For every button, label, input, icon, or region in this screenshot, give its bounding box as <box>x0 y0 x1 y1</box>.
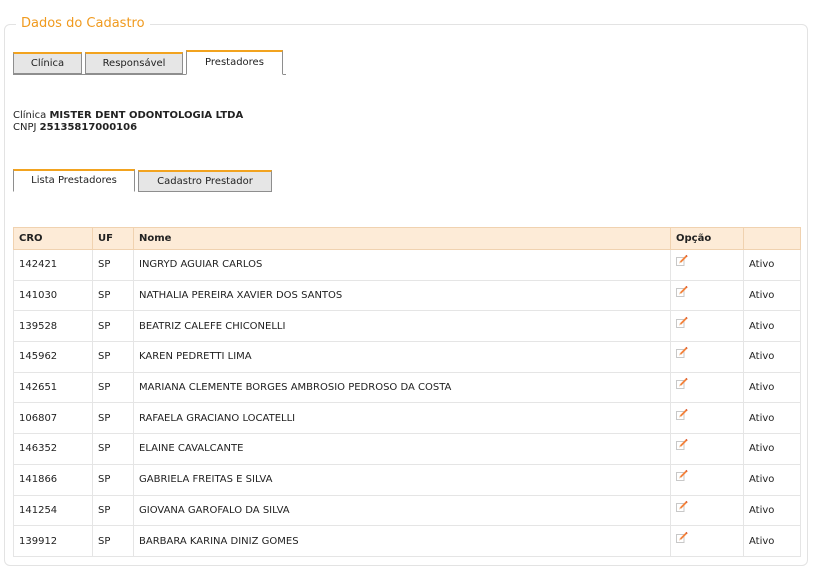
table-row: 106807 SP RAFAELA GRACIANO LOCATELLI Ati… <box>13 402 801 435</box>
table-row: 141254 SP GIOVANA GAROFALO DA SILVA Ativ… <box>13 494 801 527</box>
nome-cell: KAREN PEDRETTI LIMA <box>133 341 671 373</box>
opcao-cell <box>670 433 744 465</box>
status-cell: Ativo <box>743 341 801 373</box>
uf-cell: SP <box>92 402 134 435</box>
cro-cell: 142421 <box>13 249 93 281</box>
edit-icon[interactable] <box>676 316 688 331</box>
edit-icon[interactable] <box>676 531 688 546</box>
cnpj-value: 25135817000106 <box>39 122 138 133</box>
nome-cell: BARBARA KARINA DINIZ GOMES <box>133 525 671 557</box>
clinic-name: MISTER DENT ODONTOLOGIA LTDA <box>49 110 244 121</box>
status-cell: Ativo <box>743 279 801 312</box>
clinic-label: Clínica <box>13 110 47 121</box>
opcao-cell <box>670 371 744 404</box>
edit-icon[interactable] <box>676 408 688 423</box>
table-row: 142421 SP INGRYD AGUIAR CARLOS Ativo <box>13 249 801 281</box>
nome-cell: GABRIELA FREITAS E SILVA <box>133 463 671 496</box>
uf-cell: SP <box>92 249 134 281</box>
opcao-cell <box>670 494 744 527</box>
panel-legend: Dados do Cadastro <box>16 16 150 32</box>
nome-cell: BEATRIZ CALEFE CHICONELLI <box>133 310 671 343</box>
cro-cell: 139912 <box>13 525 93 557</box>
nome-cell: GIOVANA GAROFALO DA SILVA <box>133 494 671 527</box>
nome-cell: RAFAELA GRACIANO LOCATELLI <box>133 402 671 435</box>
tab-cadastro-prestador[interactable]: Cadastro Prestador <box>138 170 272 192</box>
tab-responsavel[interactable]: Responsável <box>85 52 183 74</box>
status-cell: Ativo <box>743 433 801 465</box>
sub-tabs: Lista Prestadores Cadastro Prestador <box>13 169 275 192</box>
table-header-row: CRO UF Nome Opção <box>13 227 801 250</box>
edit-icon[interactable] <box>676 285 688 300</box>
edit-icon[interactable] <box>676 469 688 484</box>
cro-cell: 145962 <box>13 341 93 373</box>
table-row: 141866 SP GABRIELA FREITAS E SILVA Ativo <box>13 463 801 496</box>
uf-cell: SP <box>92 494 134 527</box>
status-cell: Ativo <box>743 402 801 435</box>
uf-cell: SP <box>92 310 134 343</box>
edit-icon[interactable] <box>676 500 688 515</box>
tab-lista-prestadores[interactable]: Lista Prestadores <box>13 169 135 192</box>
edit-icon[interactable] <box>676 377 688 392</box>
status-cell: Ativo <box>743 371 801 404</box>
edit-icon[interactable] <box>676 254 688 269</box>
tab-clinica[interactable]: Clínica <box>13 52 82 74</box>
uf-cell: SP <box>92 463 134 496</box>
cro-cell: 141866 <box>13 463 93 496</box>
opcao-cell <box>670 310 744 343</box>
edit-icon[interactable] <box>676 346 688 361</box>
table-row: 145962 SP KAREN PEDRETTI LIMA Ativo <box>13 341 801 373</box>
clinic-info: Clínica MISTER DENT ODONTOLOGIA LTDA CNP… <box>13 110 243 134</box>
uf-cell: SP <box>92 341 134 373</box>
edit-icon[interactable] <box>676 438 688 453</box>
uf-cell: SP <box>92 371 134 404</box>
status-cell: Ativo <box>743 525 801 557</box>
opcao-cell <box>670 279 744 312</box>
opcao-cell <box>670 402 744 435</box>
opcao-cell <box>670 249 744 281</box>
cro-cell: 106807 <box>13 402 93 435</box>
cro-cell: 139528 <box>13 310 93 343</box>
nome-cell: MARIANA CLEMENTE BORGES AMBROSIO PEDROSO… <box>133 371 671 404</box>
col-nome: Nome <box>133 227 671 250</box>
cro-cell: 141030 <box>13 279 93 312</box>
status-cell: Ativo <box>743 249 801 281</box>
table-row: 141030 SP NATHALIA PEREIRA XAVIER DOS SA… <box>13 279 801 312</box>
status-cell: Ativo <box>743 463 801 496</box>
opcao-cell <box>670 525 744 557</box>
col-uf: UF <box>92 227 134 250</box>
uf-cell: SP <box>92 525 134 557</box>
table-row: 142651 SP MARIANA CLEMENTE BORGES AMBROS… <box>13 371 801 404</box>
uf-cell: SP <box>92 433 134 465</box>
table-row: 146352 SP ELAINE CAVALCANTE Ativo <box>13 433 801 465</box>
nome-cell: ELAINE CAVALCANTE <box>133 433 671 465</box>
table-row: 139528 SP BEATRIZ CALEFE CHICONELLI Ativ… <box>13 310 801 343</box>
cro-cell: 142651 <box>13 371 93 404</box>
col-cro: CRO <box>13 227 93 250</box>
opcao-cell <box>670 341 744 373</box>
main-tabs: Clínica Responsável Prestadores <box>13 50 286 75</box>
cro-cell: 141254 <box>13 494 93 527</box>
opcao-cell <box>670 463 744 496</box>
status-cell: Ativo <box>743 494 801 527</box>
cnpj-label: CNPJ <box>13 122 37 133</box>
col-opcao: Opção <box>670 227 744 250</box>
status-cell: Ativo <box>743 310 801 343</box>
prestadores-table: CRO UF Nome Opção 142421 SP INGRYD AGUIA… <box>13 227 801 557</box>
col-status <box>743 227 801 250</box>
cro-cell: 146352 <box>13 433 93 465</box>
nome-cell: NATHALIA PEREIRA XAVIER DOS SANTOS <box>133 279 671 312</box>
tab-prestadores[interactable]: Prestadores <box>186 50 283 75</box>
table-row: 139912 SP BARBARA KARINA DINIZ GOMES Ati… <box>13 525 801 557</box>
nome-cell: INGRYD AGUIAR CARLOS <box>133 249 671 281</box>
uf-cell: SP <box>92 279 134 312</box>
